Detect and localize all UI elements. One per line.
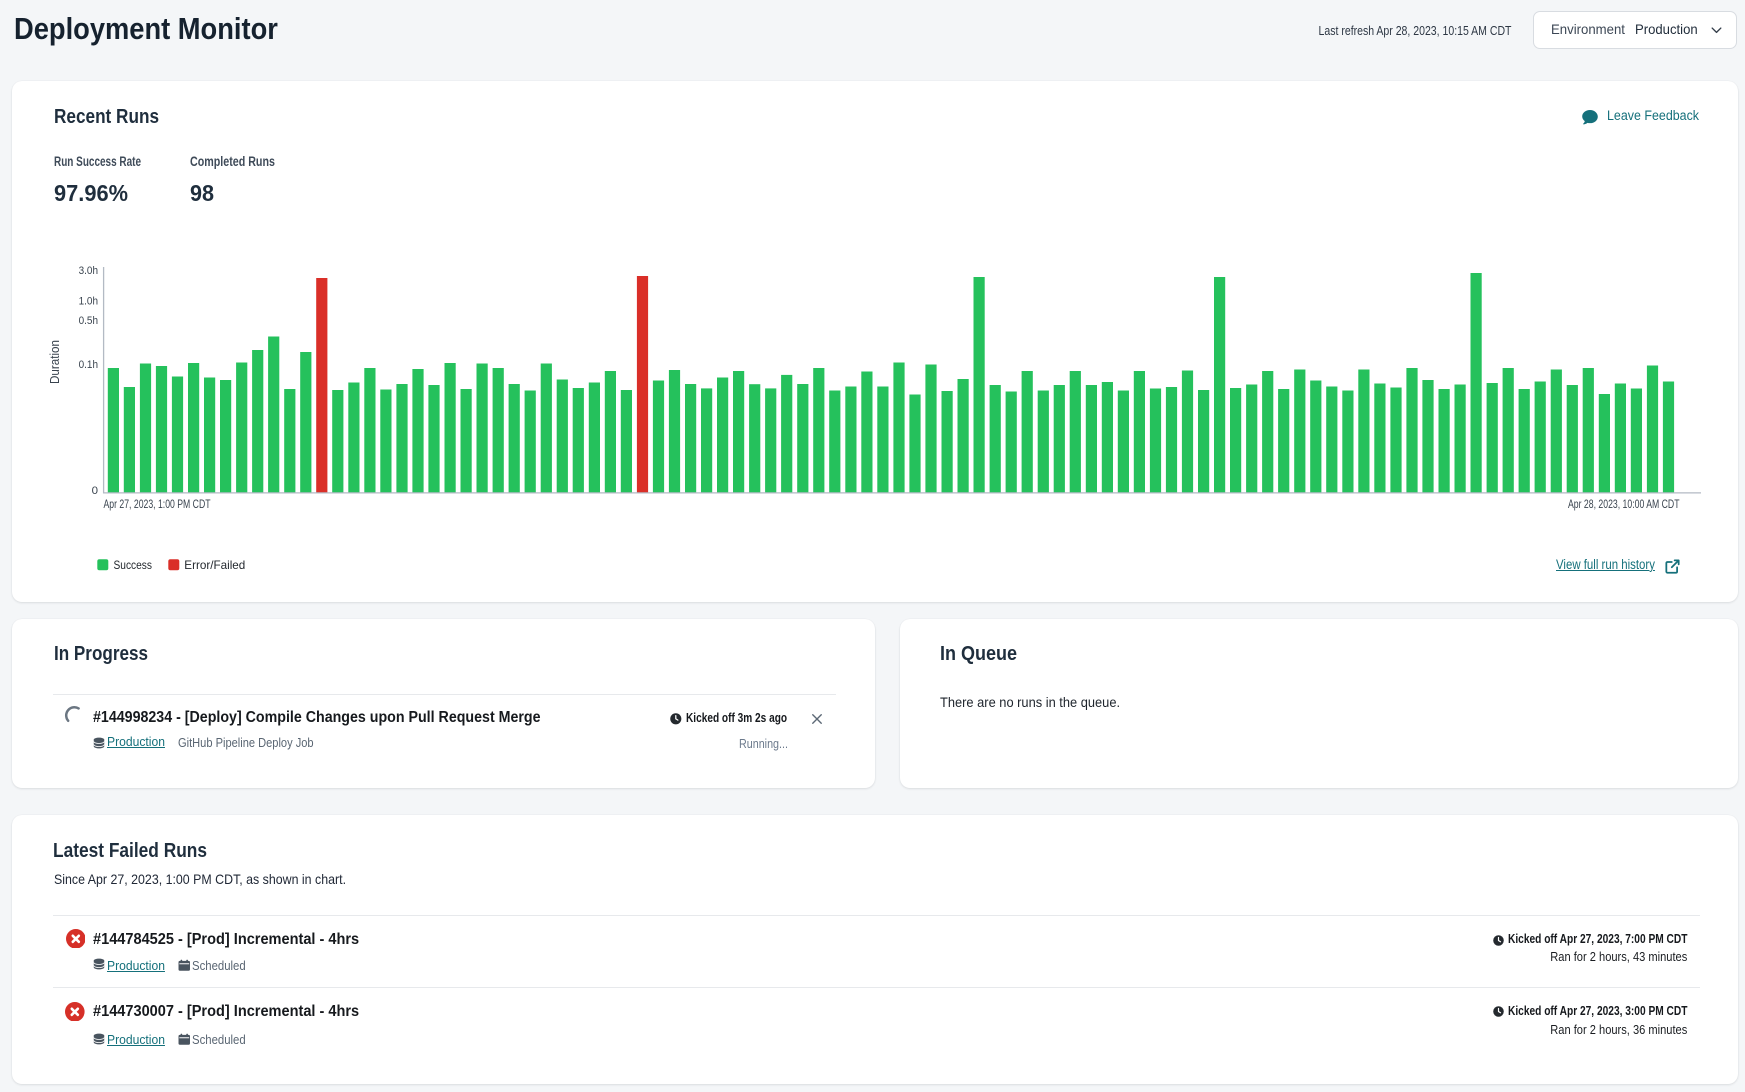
svg-text:Success: Success [114,558,153,572]
svg-text:Apr 27, 2023, 1:00 PM CDT: Apr 27, 2023, 1:00 PM CDT [104,499,211,511]
svg-text:Error/Failed: Error/Failed [184,558,245,572]
svg-text:Apr 28, 2023, 10:00 AM CDT: Apr 28, 2023, 10:00 AM CDT [1568,499,1680,511]
svg-text:0.5h: 0.5h [79,315,98,327]
svg-text:Duration: Duration [47,340,62,384]
svg-text:0.1h: 0.1h [79,359,98,371]
svg-text:1.0h: 1.0h [79,295,98,307]
svg-text:3.0h: 3.0h [79,265,98,277]
svg-text:0: 0 [92,485,98,497]
